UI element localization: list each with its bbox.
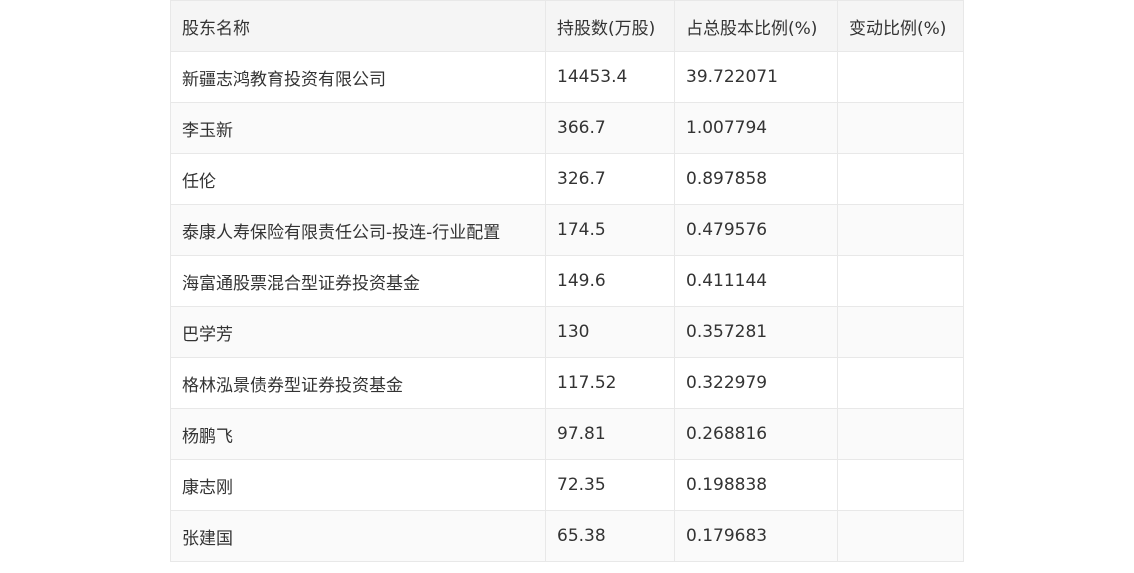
cell-change-ratio [837,153,964,205]
cell-share-ratio: 0.411144 [674,255,838,307]
cell-change-ratio [837,255,964,307]
header-shares: 持股数(万股) [545,0,675,52]
cell-share-ratio: 0.322979 [674,357,838,409]
cell-shares: 149.6 [545,255,675,307]
table-row: 任伦 326.7 0.897858 [170,153,964,205]
table-row: 巴学芳 130 0.357281 [170,306,964,358]
cell-shareholder-name: 杨鹏飞 [170,408,546,460]
cell-share-ratio: 0.479576 [674,204,838,256]
cell-share-ratio: 0.268816 [674,408,838,460]
cell-share-ratio: 0.179683 [674,510,838,562]
cell-shares: 366.7 [545,102,675,154]
cell-shareholder-name: 泰康人寿保险有限责任公司-投连-行业配置 [170,204,546,256]
cell-shareholder-name: 新疆志鸿教育投资有限公司 [170,51,546,103]
cell-change-ratio [837,51,964,103]
cell-shares: 117.52 [545,357,675,409]
cell-change-ratio [837,459,964,511]
table-row: 李玉新 366.7 1.007794 [170,102,964,154]
cell-change-ratio [837,408,964,460]
cell-shareholder-name: 康志刚 [170,459,546,511]
cell-shareholder-name: 海富通股票混合型证券投资基金 [170,255,546,307]
cell-shares: 14453.4 [545,51,675,103]
cell-shares: 97.81 [545,408,675,460]
cell-shares: 65.38 [545,510,675,562]
table-row: 张建国 65.38 0.179683 [170,510,964,562]
header-shareholder-name: 股东名称 [170,0,546,52]
table-header: 股东名称 持股数(万股) 占总股本比例(%) 变动比例(%) [170,0,964,52]
cell-share-ratio: 1.007794 [674,102,838,154]
cell-share-ratio: 39.722071 [674,51,838,103]
cell-change-ratio [837,102,964,154]
cell-shareholder-name: 李玉新 [170,102,546,154]
shareholder-table: 股东名称 持股数(万股) 占总股本比例(%) 变动比例(%) 新疆志鸿教育投资有… [170,0,964,562]
table-row: 新疆志鸿教育投资有限公司 14453.4 39.722071 [170,51,964,103]
table-row: 海富通股票混合型证券投资基金 149.6 0.411144 [170,255,964,307]
cell-change-ratio [837,204,964,256]
cell-change-ratio [837,306,964,358]
cell-shareholder-name: 任伦 [170,153,546,205]
cell-shareholder-name: 巴学芳 [170,306,546,358]
header-row: 股东名称 持股数(万股) 占总股本比例(%) 变动比例(%) [170,0,964,52]
cell-shareholder-name: 格林泓景债券型证券投资基金 [170,357,546,409]
table-row: 杨鹏飞 97.81 0.268816 [170,408,964,460]
cell-shares: 174.5 [545,204,675,256]
cell-share-ratio: 0.357281 [674,306,838,358]
table-row: 康志刚 72.35 0.198838 [170,459,964,511]
cell-shares: 326.7 [545,153,675,205]
cell-share-ratio: 0.198838 [674,459,838,511]
cell-change-ratio [837,510,964,562]
cell-shares: 72.35 [545,459,675,511]
table-row: 格林泓景债券型证券投资基金 117.52 0.322979 [170,357,964,409]
cell-shareholder-name: 张建国 [170,510,546,562]
table-body: 新疆志鸿教育投资有限公司 14453.4 39.722071 李玉新 366.7… [170,51,964,562]
cell-shares: 130 [545,306,675,358]
header-share-ratio: 占总股本比例(%) [674,0,838,52]
table-row: 泰康人寿保险有限责任公司-投连-行业配置 174.5 0.479576 [170,204,964,256]
cell-share-ratio: 0.897858 [674,153,838,205]
cell-change-ratio [837,357,964,409]
header-change-ratio: 变动比例(%) [837,0,964,52]
